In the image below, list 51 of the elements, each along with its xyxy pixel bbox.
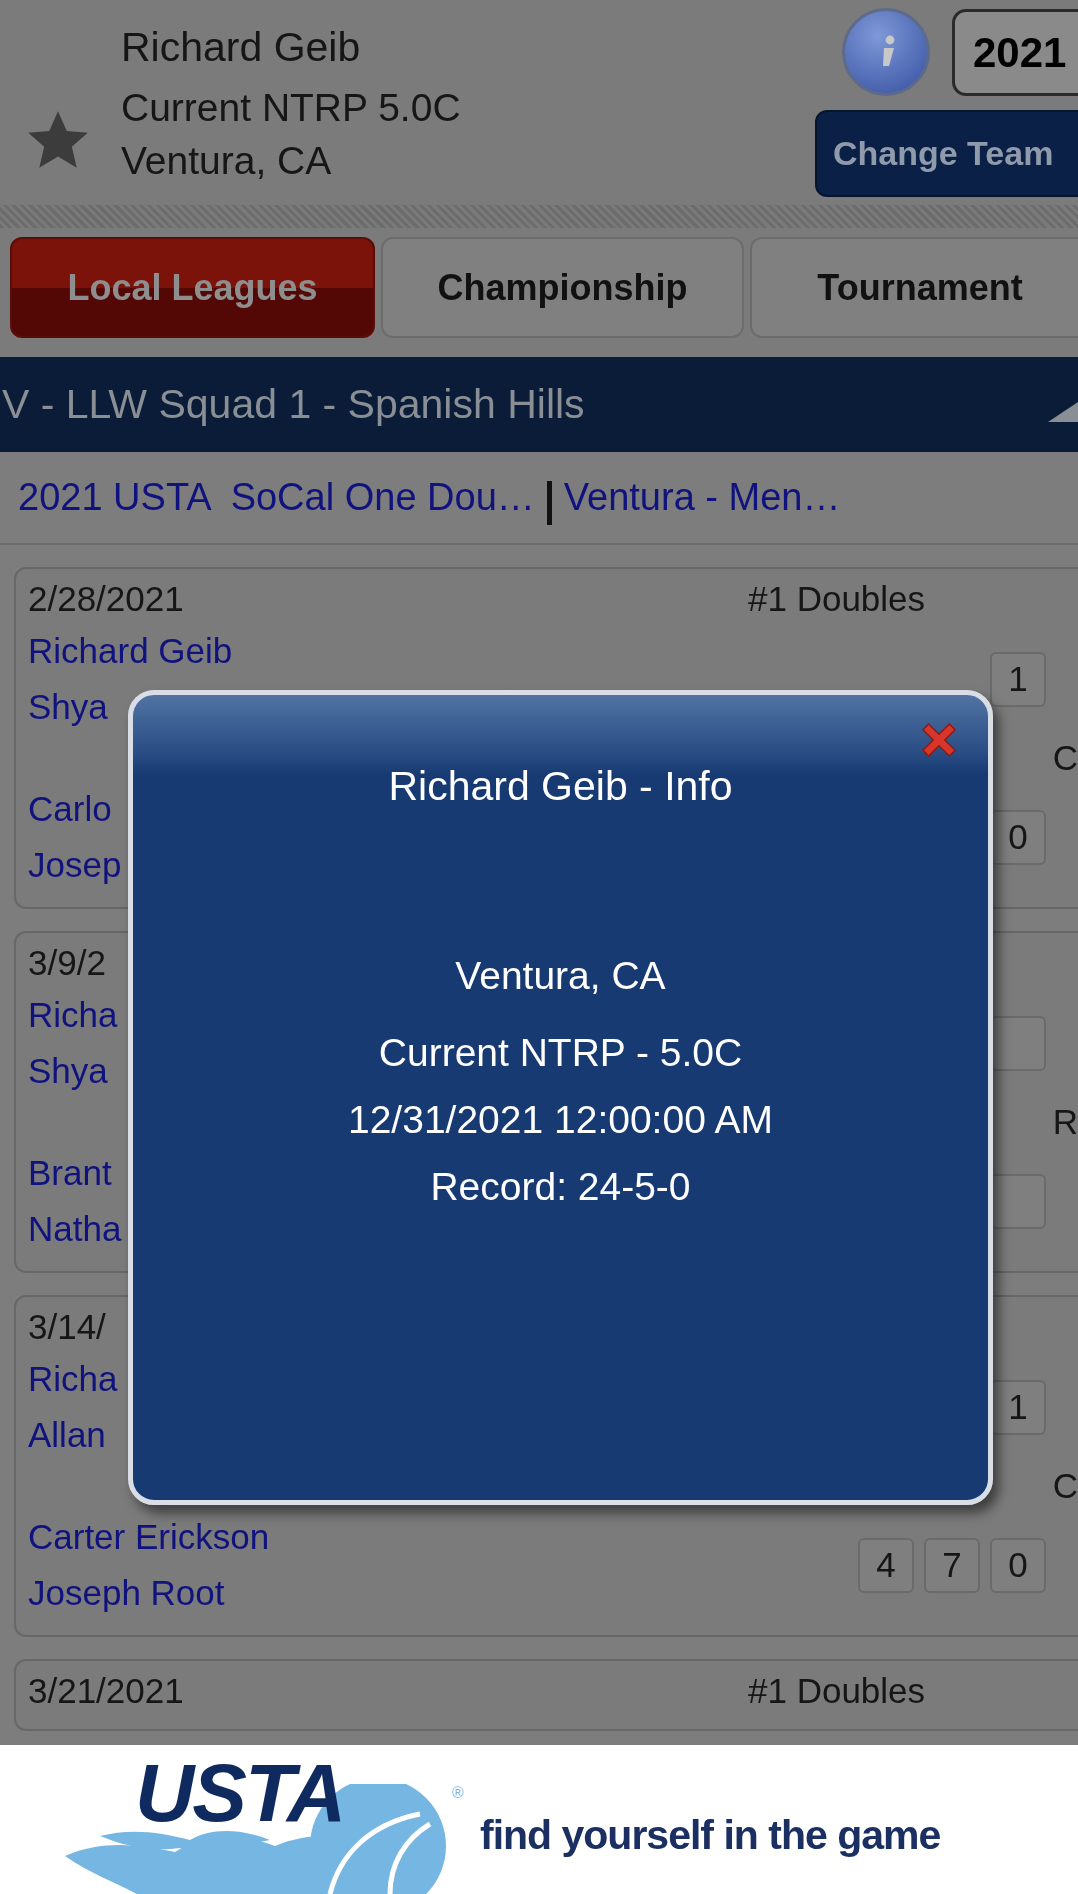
info-line: Current NTRP - 5.0C (378, 1030, 743, 1076)
breadcrumb-link[interactable]: Ventura - Men… (563, 469, 841, 526)
player-link[interactable]: Richard Geib (28, 623, 233, 679)
score-box: 7 (924, 1537, 980, 1593)
player-link[interactable]: Shya (28, 679, 108, 735)
info-location: Ventura, CA (455, 953, 666, 999)
tab[interactable]: Local Leagues (10, 237, 375, 338)
player-link[interactable]: Natha (28, 1201, 122, 1257)
match-result: R (1052, 1100, 1078, 1143)
team-bar[interactable]: V - LLW Squad 1 - Spanish Hills (0, 357, 1078, 452)
player-link[interactable]: Brant (28, 1145, 112, 1201)
player-link[interactable]: Joseph Root (28, 1565, 225, 1621)
player-link[interactable]: Carter Erickson (28, 1509, 270, 1565)
player-link[interactable]: Shya (28, 1043, 108, 1099)
year-button[interactable]: 2021 (952, 8, 1078, 96)
player-location: Ventura, CA (121, 138, 333, 184)
player-link[interactable]: Richa (28, 1351, 118, 1407)
registered-mark: ® (452, 1783, 464, 1803)
match-date: 3/21/2021 (28, 1669, 184, 1712)
player-link[interactable]: Richa (28, 987, 118, 1043)
info-line: Record: 24-5-0 (430, 1164, 691, 1210)
player-link[interactable]: Allan (28, 1407, 106, 1463)
match-date: 2/28/2021 (28, 577, 184, 620)
match-date: 3/14/ (28, 1305, 106, 1348)
score-box: 4 (858, 1537, 914, 1593)
score-box (990, 1173, 1046, 1229)
tab[interactable]: Championship (381, 237, 744, 338)
tab[interactable]: Tournament (750, 237, 1078, 338)
breadcrumb-link[interactable]: 2021 USTA SoCal One Dou… (18, 469, 535, 526)
ad-banner[interactable]: USTA ® find yourself in the game (0, 1745, 1078, 1894)
dialog-title: Richard Geib - Info (388, 762, 733, 811)
score-box: 0 (990, 809, 1046, 865)
info-line: 12/31/2021 12:00:00 AM (348, 1097, 773, 1143)
score-box: 1 (990, 1379, 1046, 1435)
player-rating: Current NTRP 5.0C (121, 85, 462, 131)
team-title: V - LLW Squad 1 - Spanish Hills (1, 379, 585, 429)
match-date: 3/9/2 (28, 941, 106, 984)
player-link[interactable]: Carlo (28, 781, 112, 837)
match-line: #1 Doubles (748, 577, 927, 620)
usta-logo: USTA (135, 1753, 345, 1833)
player-name: Richard Geib (121, 23, 362, 72)
match-result: C (1052, 736, 1078, 779)
banner-tagline: find yourself in the game (480, 1810, 941, 1860)
player-link[interactable]: Josep (28, 837, 122, 893)
change-team-button[interactable]: Change Team (815, 110, 1078, 197)
collapse-triangle-icon[interactable] (1048, 401, 1078, 422)
match-line: #1 Doubles (748, 1669, 927, 1712)
score-box (990, 1015, 1046, 1071)
score-box: 0 (990, 1537, 1046, 1593)
match-result: C (1052, 1464, 1078, 1507)
score-box: 1 (990, 651, 1046, 707)
